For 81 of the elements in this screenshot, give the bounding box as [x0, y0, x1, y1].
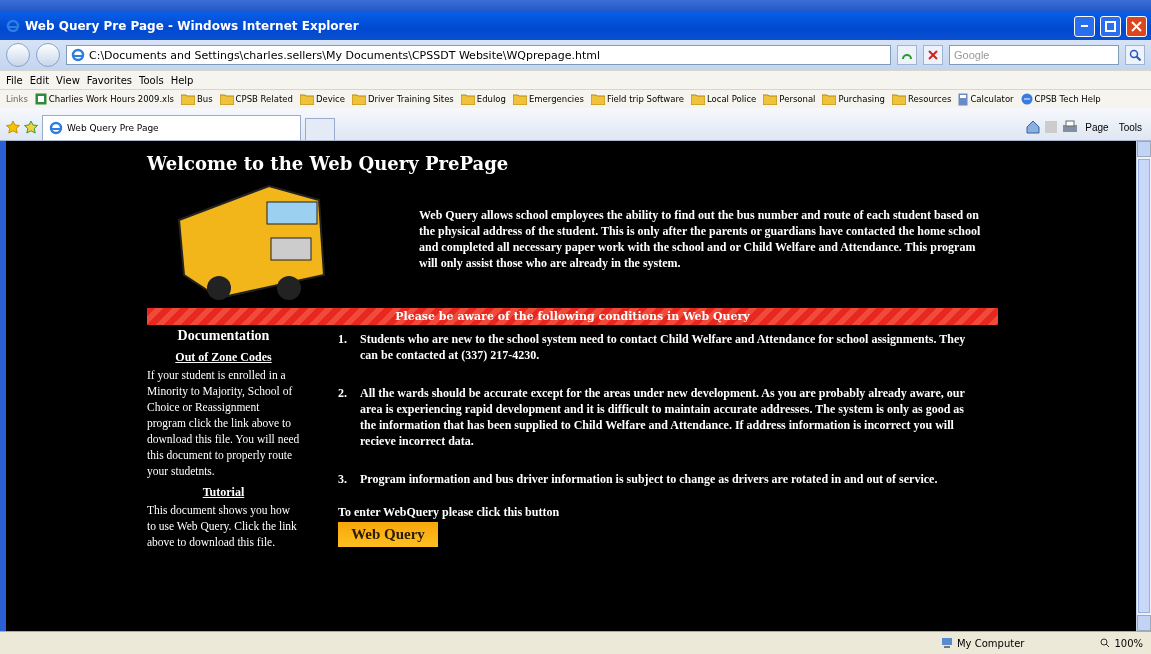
close-icon [1131, 20, 1142, 32]
bookmark-link[interactable]: Emergencies [512, 93, 584, 105]
spreadsheet-icon [34, 93, 47, 105]
folder-icon [219, 93, 234, 105]
menu-item[interactable]: View [56, 74, 80, 86]
bookmark-link[interactable]: CPSB Tech Help [1020, 93, 1101, 105]
intro-paragraph: Web Query allows school employees the ability to find out the bus number and route of each student based on the physical address of the student. This is only after the parents or guardians have contacted the home school and completed all necessary paper work with the school and or Child Welfare and Attendance. This program will only assist those who are already in the system. [419, 207, 982, 271]
calculator-icon [958, 92, 969, 106]
minimize-button[interactable] [1074, 15, 1095, 37]
condition-text: All the wards should be accurate except for the areas under new development. As you are probably already aware, our area is experiencing rapid development and it is difficult to maintain accurate addresses. The system is only as good as the information that has been supplied to Child Welfare and Attendance. If address information is incorrect you will recieve incorrect data. [360, 385, 966, 449]
description-text: If your student is enrolled in a Minority to Majority, School of Choice or Reassignment program click the link above to download this file. You will need this document to properly route your studetnts. [147, 368, 300, 479]
address-field[interactable]: C:\Documents and Settings\charles.sellers\My Documents\CPSSDT Website\WQprepage.html [66, 45, 891, 65]
menu-item[interactable]: Help [170, 74, 194, 86]
bookmark-link[interactable]: Charlies Work Hours 2009.xls [34, 93, 174, 105]
folder-icon [892, 93, 906, 105]
folder-icon [512, 93, 527, 105]
download-link[interactable]: Tutorial [202, 485, 245, 500]
search-button[interactable] [1125, 45, 1145, 65]
download-link[interactable]: Out of Zone Codes [175, 350, 272, 365]
forward-button[interactable] [36, 43, 60, 67]
bookmark-link[interactable]: Driver Training Sites [351, 93, 454, 105]
folder-icon [590, 93, 605, 105]
close-button[interactable] [1126, 15, 1147, 37]
bookmark-link[interactable]: Device [299, 93, 345, 105]
command-button[interactable]: Tools [1115, 116, 1145, 138]
zoom-button[interactable]: 100% [1100, 637, 1143, 649]
condition-text: Program information and bus driver information is subject to change as drivers are rotated in and out of service. [360, 471, 939, 487]
page-icon [71, 48, 85, 62]
search-icon [1129, 49, 1141, 61]
condition-text: Students who are new to the school system need to contact Child Welfare and Attendance for school assignments. They can be contacted at (337) 217-4230. [360, 331, 967, 363]
folder-icon [763, 93, 778, 105]
documentation-title: Documentation [177, 328, 270, 344]
zoom-icon [1100, 638, 1111, 648]
add-favorite-icon[interactable] [24, 120, 38, 134]
search-field[interactable]: Google [949, 45, 1119, 65]
list-number: 1. [338, 331, 348, 348]
computer-icon [940, 637, 953, 649]
menu-item[interactable]: Tools [139, 74, 164, 86]
scrollbar[interactable] [1136, 141, 1151, 631]
menu-item[interactable]: Favorites [86, 74, 132, 86]
stop-button[interactable] [923, 45, 943, 65]
bookmark-link[interactable]: Edulog [460, 93, 506, 105]
zone-label: My Computer [940, 637, 1025, 649]
folder-icon [822, 93, 837, 105]
list-number: 3. [338, 471, 348, 487]
folder-icon [299, 93, 314, 105]
bookmark-link[interactable]: Field trip Software [590, 93, 684, 105]
web-query-button[interactable]: Web Query [338, 522, 438, 547]
bookmark-link[interactable]: CPSB Related [219, 93, 293, 105]
maximize-button[interactable] [1100, 15, 1121, 37]
folder-icon [690, 93, 705, 105]
star-icon[interactable] [6, 120, 20, 134]
folder-icon [351, 93, 366, 105]
bookmark-link[interactable]: Calculator [958, 92, 1014, 106]
command-button[interactable]: Page [1082, 116, 1112, 138]
bookmark-link[interactable]: Local Police [690, 93, 757, 105]
bookmark-link[interactable]: Bus [180, 93, 213, 105]
home-icon[interactable] [1026, 120, 1041, 134]
list-number: 2. [338, 385, 348, 402]
page-icon [49, 121, 63, 135]
bookmark-link[interactable]: Resources [892, 93, 952, 105]
menu-item[interactable]: File [6, 74, 23, 86]
links-label: Links [6, 94, 28, 104]
printer-icon[interactable] [1062, 120, 1079, 134]
maximize-icon [1105, 20, 1116, 32]
new-tab-button[interactable] [305, 118, 335, 140]
back-button[interactable] [6, 43, 30, 67]
folder-icon [460, 93, 475, 105]
window-title: Web Query Pre Page - Windows Internet Explorer [25, 19, 360, 33]
enter-prompt: To enter WebQuery please click this button [338, 505, 560, 520]
conditions-banner: Please be aware of the following conditions in Web Query [147, 308, 998, 325]
bookmark-link[interactable]: Personal [763, 93, 816, 105]
bookmark-link[interactable]: Purchasing [822, 93, 885, 105]
minimize-icon [1081, 25, 1088, 27]
stop-icon [928, 50, 938, 60]
folder-icon [180, 93, 195, 105]
page-heading: Welcome to the Web Query PrePage [147, 153, 510, 174]
menu-item[interactable]: Edit [29, 74, 50, 86]
description-text: This document shows you how to use Web Query. Click the link above to download this file. [147, 503, 298, 550]
refresh-button[interactable] [897, 45, 917, 65]
browser-tab[interactable]: Web Query Pre Page [42, 115, 301, 140]
